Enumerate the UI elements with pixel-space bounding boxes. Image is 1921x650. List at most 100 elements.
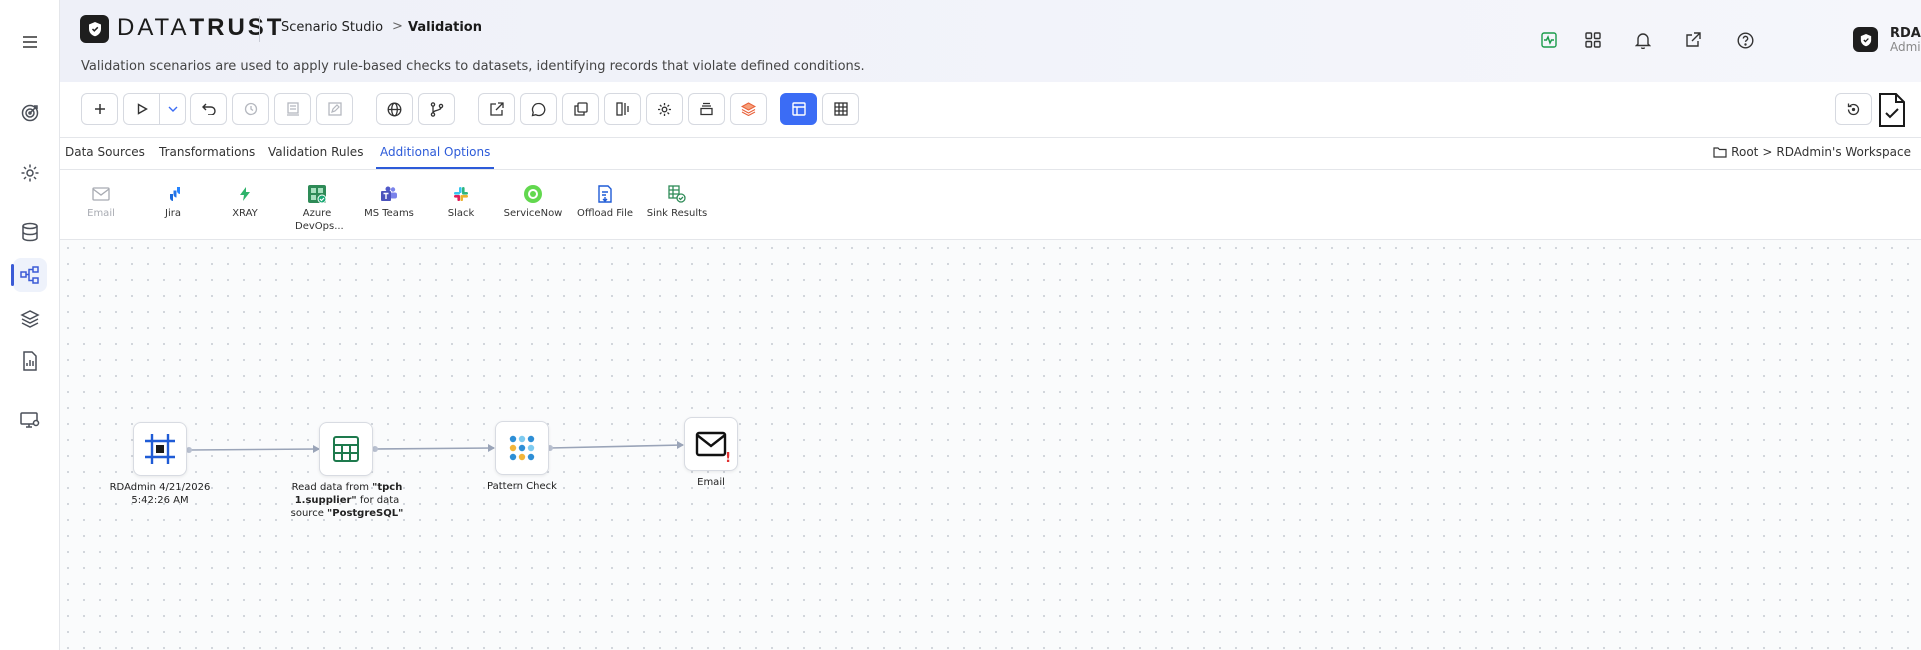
servicenow-icon [523,184,543,204]
copy-button[interactable] [562,93,599,125]
tab-data-sources[interactable]: Data Sources [65,145,145,169]
add-icon [94,103,106,115]
layers-stack-icon [741,102,756,116]
comment-icon [531,102,546,117]
node-email[interactable]: ! [684,417,738,471]
menu-icon[interactable] [13,25,47,59]
export-icon [489,102,504,116]
option-email[interactable]: Email [69,184,133,220]
history-icon [244,102,258,116]
node-pattern-check-label: Pattern Check [487,481,557,492]
target-icon[interactable] [13,96,47,130]
comment-button[interactable] [520,93,557,125]
workflow-canvas[interactable]: RDAdmin 4/21/2026 5:42:26 AM Read data f… [60,240,1921,650]
workspace-name[interactable]: RDAdmin's Workspace [1776,145,1911,159]
restore-button[interactable] [1835,93,1872,125]
mail-icon [91,184,111,204]
additional-options-bar: Email Jira XRAY Azure DevOps... MS Teams… [60,170,1921,240]
option-label: Jira [165,208,181,219]
settings-button[interactable] [646,93,683,125]
option-sink-results[interactable]: Sink Results [645,184,709,220]
option-label: XRAY [232,208,258,219]
node-pattern-check[interactable] [495,421,549,475]
edit-icon [327,102,342,116]
bell-icon[interactable] [1631,28,1655,52]
tab-transformations[interactable]: Transformations [159,145,255,169]
layers-stack-button[interactable] [730,93,767,125]
page-title: Validation [408,20,482,35]
workflow-icon[interactable] [11,258,47,292]
pattern-icon [507,433,537,463]
monitor-settings-icon[interactable] [13,403,47,437]
option-label: Slack [447,208,475,219]
workspace-root[interactable]: Root [1731,145,1758,159]
sink-results-icon [667,184,687,204]
node-read-data[interactable] [319,422,373,476]
history-button[interactable] [232,93,269,125]
layout-button[interactable] [780,93,817,125]
tab-bar: Data Sources Transformations Validation … [60,138,1921,170]
option-servicenow[interactable]: ServiceNow [501,184,565,220]
database-icon[interactable] [13,215,47,249]
node-read-source: "PostgreSQL" [327,508,404,519]
breadcrumb-parent[interactable]: Scenario Studio [281,20,383,35]
archive-button[interactable] [688,93,725,125]
option-label: MS Teams [364,208,414,219]
node-read-data-label: Read data from "tpch1.supplier" for data… [287,481,407,520]
table-icon [332,435,360,463]
template-button[interactable] [274,93,311,125]
brand-name-bold: TRUST [189,14,285,41]
activity-icon[interactable] [1537,28,1561,52]
option-xray[interactable]: XRAY [213,184,277,220]
folder-icon [1713,146,1727,158]
document-check-icon[interactable] [1872,88,1912,132]
table-view-button[interactable] [822,93,859,125]
external-link-icon[interactable] [1681,28,1705,52]
option-label: Offload File [576,208,634,219]
edge-read-to-pattern [372,444,495,452]
branch-button[interactable] [418,93,455,125]
edit-button[interactable] [316,93,353,125]
node-start[interactable] [133,422,187,476]
jira-icon [163,184,183,204]
tab-validation-rules[interactable]: Validation Rules [268,145,363,169]
add-button[interactable] [81,93,118,125]
option-label: Sink Results [646,208,708,219]
scenario-toolbar [60,82,1921,138]
run-button[interactable] [123,93,160,125]
user-name[interactable]: RDAdmin [1890,26,1921,41]
avatar[interactable] [1853,27,1878,52]
teams-icon [379,184,399,204]
brand-logo-icon [80,15,109,43]
option-label: Email [87,208,115,219]
mail-icon [695,431,727,457]
app-header: DATATRUST Scenario Studio > Validation V… [60,0,1921,82]
gear-icon[interactable] [13,156,47,190]
edge-pattern-to-email [547,441,684,451]
table-icon [833,102,848,116]
slack-icon [451,184,471,204]
layers-icon[interactable] [13,302,47,336]
user-role: Admin [1890,40,1921,54]
option-ms-teams[interactable]: MS Teams [357,184,421,220]
tab-additional-options[interactable]: Additional Options [376,145,495,169]
option-offload-file[interactable]: Offload File [573,184,637,220]
compare-button[interactable] [604,93,641,125]
apps-grid-icon[interactable] [1581,28,1605,52]
option-slack[interactable]: Slack [429,184,493,220]
settings-icon [657,102,672,117]
report-icon[interactable] [13,344,47,378]
help-icon[interactable] [1733,28,1757,52]
node-read-prefix: Read data from [291,482,373,493]
export-button[interactable] [478,93,515,125]
edge-start-to-read [186,445,320,453]
globe-button[interactable] [376,93,413,125]
trigger-icon [143,432,177,466]
azure-devops-icon [307,184,327,204]
left-rail [0,0,60,650]
run-options-button[interactable] [160,93,186,125]
option-jira[interactable]: Jira [141,184,205,220]
xray-icon [235,184,255,204]
undo-button[interactable] [190,93,227,125]
option-azure-devops[interactable]: Azure DevOps... [285,184,349,233]
